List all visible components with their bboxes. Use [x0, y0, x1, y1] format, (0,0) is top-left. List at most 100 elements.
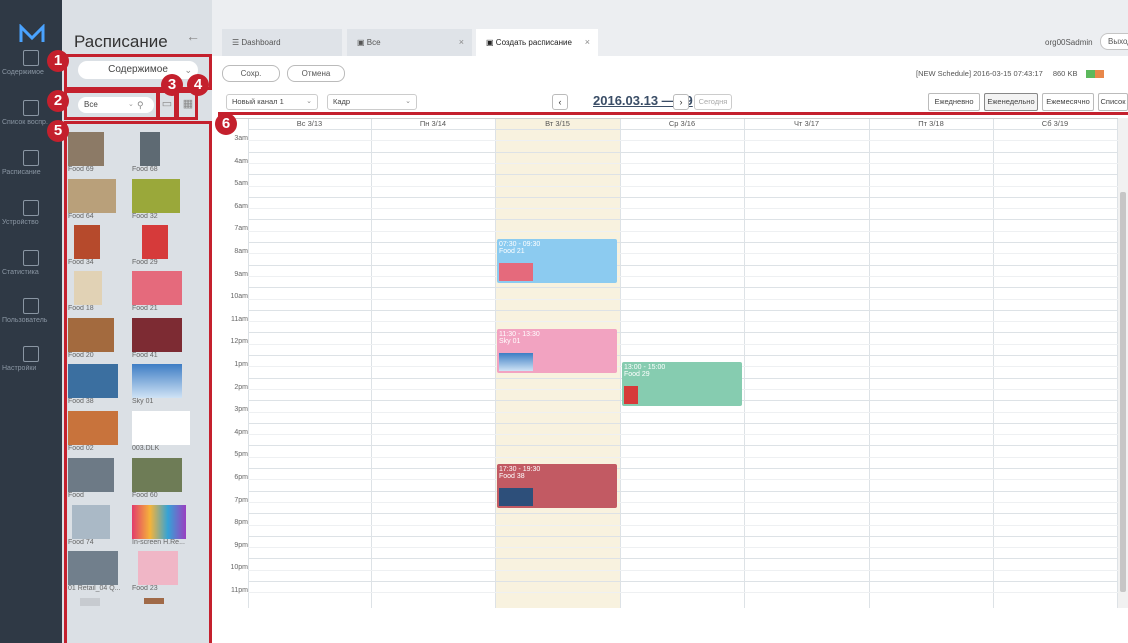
back-arrow-icon[interactable]: ← [186, 28, 200, 44]
nav-device[interactable]: Устройство [0, 200, 62, 242]
hour-line [248, 151, 1128, 153]
callout-badge-4: 4 [187, 74, 209, 96]
hour-line [248, 264, 1128, 266]
playlist-icon [23, 100, 39, 116]
hour-label: 5am [234, 180, 248, 188]
hour-line [248, 219, 1128, 221]
half-hour-line [248, 298, 1128, 300]
callout-box-2 [64, 90, 159, 120]
schedule-info: [NEW Schedule] 2016-03-15 07:43:17 860 K… [916, 69, 1104, 79]
hour-label: 4am [234, 157, 248, 165]
hour-line [248, 581, 1128, 582]
nav-statistics[interactable]: Статистика [0, 250, 62, 292]
day-header: Вс 3/13 [296, 119, 323, 128]
scrollbar-thumb[interactable] [1120, 192, 1126, 592]
calendar-icon: ▣ [357, 38, 365, 47]
grid-icon [23, 50, 39, 66]
hour-label: 12pm [230, 338, 248, 346]
half-hour-line [248, 456, 1128, 458]
tab-dashboard[interactable]: ☰ Dashboard [222, 29, 342, 56]
close-icon[interactable]: × [585, 29, 590, 56]
frame-select[interactable]: Кадр ⌄ [327, 94, 417, 110]
user-icon [23, 298, 39, 314]
today-button[interactable]: Сегодня [694, 94, 732, 110]
hour-line [248, 174, 1128, 176]
week-calendar: Вс 3/13 Пн 3/14 Вт 3/15 Ср 3/16 Чт 3/17 … [220, 118, 1128, 608]
view-monthly[interactable]: Ежемесячно [1042, 93, 1094, 111]
schedule-event[interactable]: 17:30 - 19:30 Food 38 [497, 464, 617, 508]
save-button[interactable]: Сохр. [222, 65, 280, 82]
view-daily[interactable]: Ежедневно [928, 93, 980, 111]
hour-line [248, 196, 1128, 198]
day-header: Пт 3/18 [918, 119, 944, 128]
hour-label: 11am [231, 315, 248, 323]
dashboard-icon: ☰ [232, 38, 240, 47]
tab-all[interactable]: ▣ Все × [347, 29, 472, 56]
hour-label: 9am [234, 270, 248, 278]
half-hour-line [248, 411, 1128, 413]
view-list[interactable]: Список [1098, 93, 1128, 111]
hour-label: 3am [234, 135, 248, 142]
panel-title: Расписание [74, 32, 168, 51]
monitor-icon [23, 200, 39, 216]
day-header: Вт 3/15 [545, 119, 570, 128]
hour-label: 6pm [234, 474, 248, 481]
tab-create-schedule[interactable]: ▣ Создать расписание × [476, 29, 598, 56]
half-hour-line [248, 592, 1128, 594]
hour-line [248, 129, 1128, 130]
hour-label: 6am [234, 202, 248, 210]
hour-label: 11pm [231, 587, 248, 594]
event-thumbnail [499, 353, 533, 371]
hour-label: 8am [234, 248, 248, 255]
half-hour-line [248, 275, 1128, 277]
logout-button[interactable]: Выход [1100, 33, 1128, 50]
previous-week-button[interactable]: ‹ [552, 94, 568, 110]
half-hour-line [248, 343, 1128, 345]
schedule-event[interactable]: 11:30 - 13:30 Sky 01 [497, 329, 617, 373]
half-hour-line [248, 321, 1128, 323]
event-thumbnail [499, 488, 533, 506]
next-week-button[interactable]: › [673, 94, 689, 110]
half-hour-line [248, 479, 1128, 481]
hour-label: 7pm [234, 496, 248, 504]
hour-line [248, 558, 1128, 560]
half-hour-line [248, 140, 1128, 142]
tab-bar: ☰ Dashboard ▣ Все × ▣ Создать расписание… [212, 0, 1128, 56]
hour-line [248, 287, 1128, 289]
event-thumbnail [499, 263, 533, 281]
half-hour-line [248, 230, 1128, 232]
callout-badge-3: 3 [161, 74, 183, 96]
hour-label: 4pm [234, 428, 248, 436]
calendar-icon: ▣ [486, 38, 494, 47]
schedule-event[interactable]: 07:30 - 09:30 Food 21 [497, 239, 617, 283]
day-header: Сб 3/19 [1041, 119, 1069, 128]
close-icon[interactable]: × [459, 29, 464, 56]
hour-label: 10am [230, 293, 248, 301]
callout-box-5 [64, 121, 212, 643]
schedule-event[interactable]: 13:00 - 15:00 Food 29 [622, 362, 742, 406]
hour-line [248, 422, 1128, 424]
hour-line [248, 332, 1128, 334]
chevron-down-icon: ⌄ [405, 98, 411, 105]
cancel-button[interactable]: Отмена [287, 65, 345, 82]
callout-badge-2: 2 [47, 90, 69, 112]
hour-label: 5pm [234, 451, 248, 459]
nav-user[interactable]: Пользователь [0, 298, 62, 340]
hour-line [248, 535, 1128, 537]
day-header: Пн 3/14 [419, 119, 447, 128]
hour-line [248, 468, 1128, 469]
magicinfo-logo [19, 24, 45, 42]
callout-badge-6: 6 [215, 113, 237, 135]
half-hour-line [248, 208, 1128, 210]
calendar-scrollbar[interactable] [1118, 118, 1128, 608]
view-weekly[interactable]: Еженедельно [984, 93, 1038, 111]
hour-label: 7am [234, 225, 248, 233]
hour-line [248, 513, 1128, 515]
callout-box-6 [218, 112, 1128, 118]
nav-schedule[interactable]: Расписание [0, 150, 62, 192]
channel-select[interactable]: Новый канал 1 ⌄ [226, 94, 318, 110]
event-thumbnail [624, 386, 638, 404]
hour-label: 3pm [234, 406, 248, 414]
half-hour-line [248, 547, 1128, 549]
nav-settings[interactable]: Настройки [0, 346, 62, 388]
